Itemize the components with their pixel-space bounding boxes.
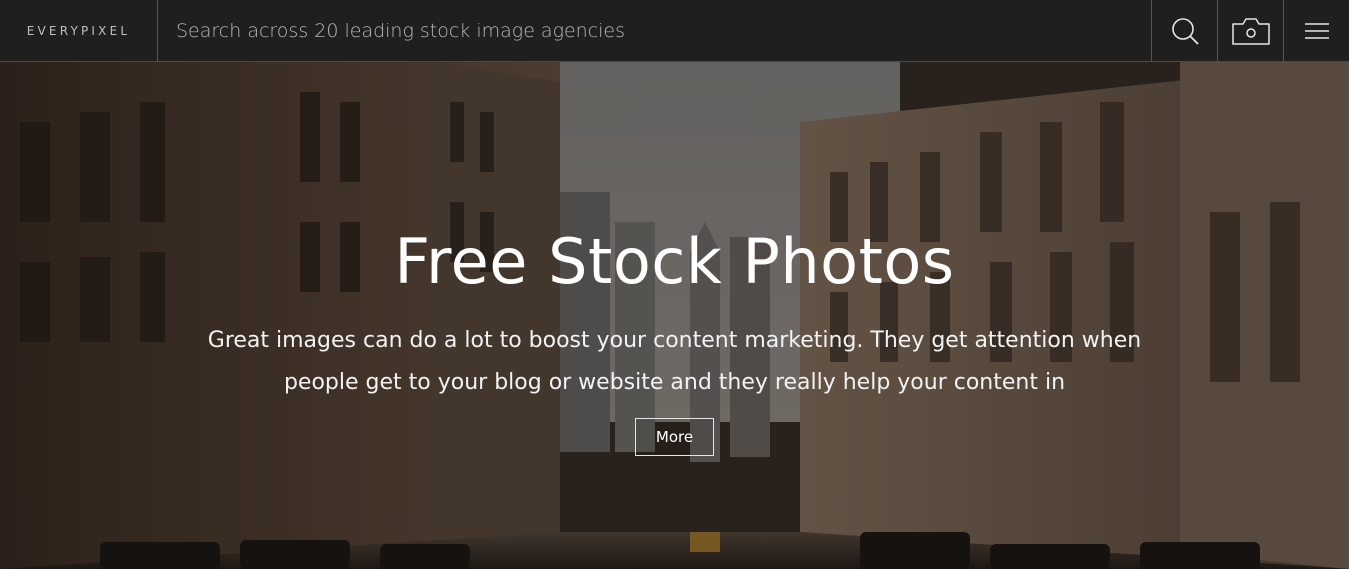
logo[interactable]: EVERYPIXEL	[0, 0, 158, 61]
hero-title: Free Stock Photos	[394, 225, 955, 298]
more-button[interactable]: More	[634, 418, 715, 456]
hero-banner: Free Stock Photos Great images can do a …	[0, 62, 1349, 569]
search-bar	[158, 0, 1151, 61]
image-search-button[interactable]	[1217, 0, 1283, 61]
search-input[interactable]	[174, 18, 1151, 43]
hero-description: Great images can do a lot to boost your …	[207, 328, 1142, 395]
camera-icon	[1230, 16, 1272, 46]
search-icon	[1170, 16, 1200, 46]
top-navbar: EVERYPIXEL	[0, 0, 1349, 62]
search-button[interactable]	[1151, 0, 1217, 61]
menu-icon	[1304, 21, 1330, 41]
menu-button[interactable]	[1283, 0, 1349, 61]
hero-content: Free Stock Photos Great images can do a …	[0, 222, 1349, 456]
